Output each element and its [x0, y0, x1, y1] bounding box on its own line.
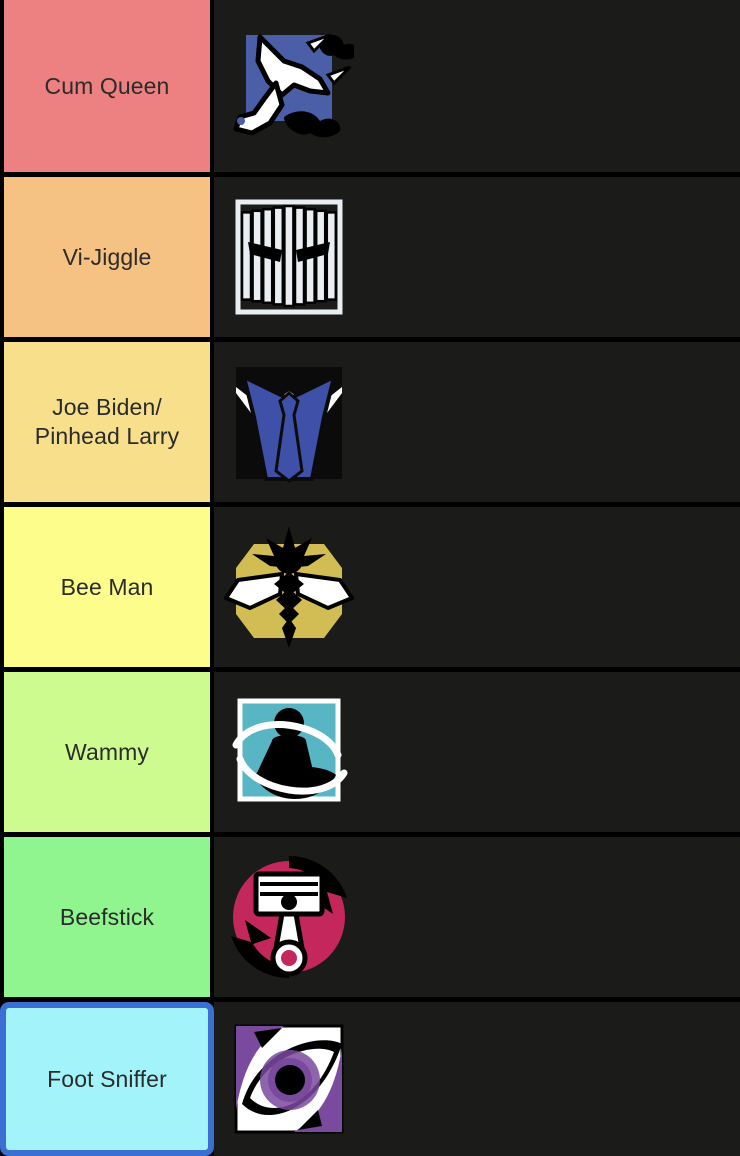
tier-drop-zone-2[interactable]	[214, 342, 740, 502]
tier-row: Vi-Jiggle	[0, 172, 740, 337]
tier-label-5[interactable]: Beefstick	[0, 837, 214, 997]
tier-row: Joe Biden/ Pinhead Larry	[0, 337, 740, 502]
suit-and-tie-emblem-icon[interactable]	[224, 357, 354, 487]
tier-row: Beefstick	[0, 832, 740, 997]
eye-emblem-icon[interactable]	[224, 1014, 354, 1144]
bee-emblem-icon[interactable]	[224, 522, 354, 652]
tier-label-2[interactable]: Joe Biden/ Pinhead Larry	[0, 342, 214, 502]
piston-engine-emblem-icon[interactable]	[224, 852, 354, 982]
tier-label-3[interactable]: Bee Man	[0, 507, 214, 667]
tier-label-1[interactable]: Vi-Jiggle	[0, 177, 214, 337]
tier-drop-zone-4[interactable]	[214, 672, 740, 832]
tier-drop-zone-5[interactable]	[214, 837, 740, 997]
tier-row: Bee Man	[0, 502, 740, 667]
tier-drop-zone-1[interactable]	[214, 177, 740, 337]
meditating-figure-emblem-icon[interactable]	[224, 687, 354, 817]
tier-row: Cum Queen	[0, 0, 740, 172]
tier-label-4[interactable]: Wammy	[0, 672, 214, 832]
tier-list-container: Cum Queen Vi-Jiggle Joe Biden/ Pinhead L…	[0, 0, 740, 1156]
tier-label-0[interactable]: Cum Queen	[0, 0, 214, 172]
tier-drop-zone-3[interactable]	[214, 507, 740, 667]
tier-drop-zone-6[interactable]	[214, 1002, 740, 1156]
crane-bird-emblem-icon[interactable]	[224, 21, 354, 151]
tier-label-6[interactable]: Foot Sniffer	[0, 1002, 214, 1156]
angry-face-blinds-emblem-icon[interactable]	[224, 192, 354, 322]
tier-drop-zone-0[interactable]	[214, 0, 740, 172]
tier-row: Wammy	[0, 667, 740, 832]
tier-row: Foot Sniffer	[0, 997, 740, 1156]
